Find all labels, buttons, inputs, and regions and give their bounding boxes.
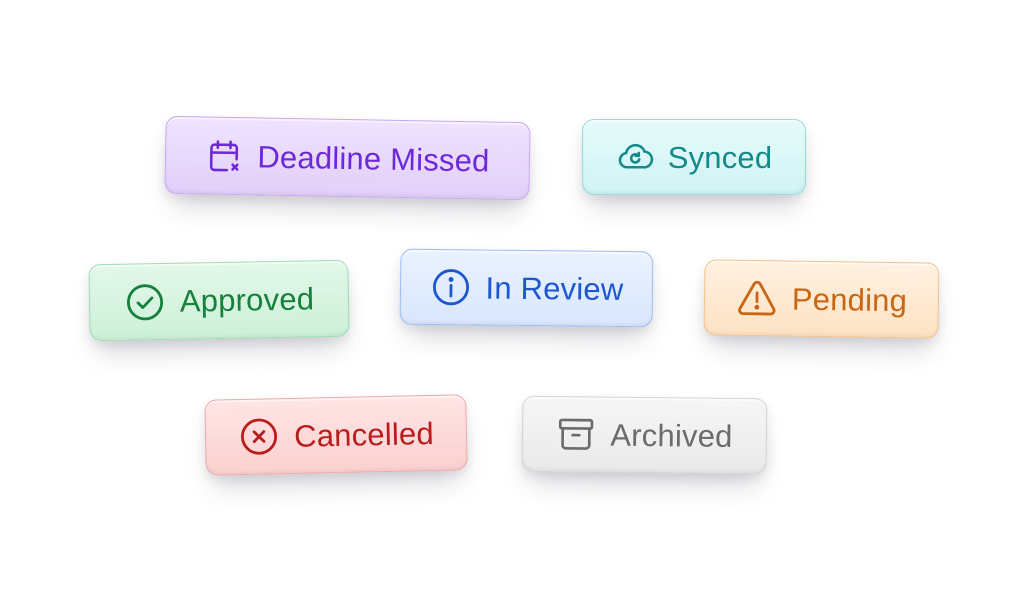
synced-label: Synced <box>667 139 773 175</box>
archived-label: Archived <box>610 417 733 454</box>
pending-label: Pending <box>791 281 908 318</box>
pending-badge: Pending <box>703 259 940 339</box>
info-circle-icon <box>432 269 469 306</box>
in-review-label: In Review <box>485 270 624 307</box>
deadline-missed-badge: Deadline Missed <box>164 115 531 201</box>
x-circle-icon <box>241 418 278 455</box>
deadline-missed-label: Deadline Missed <box>257 138 490 178</box>
warning-triangle-icon <box>738 280 776 316</box>
archived-badge: Archived <box>521 395 768 475</box>
archive-box-icon <box>559 418 594 450</box>
cancelled-label: Cancelled <box>293 415 435 454</box>
synced-badge: Synced <box>582 119 806 195</box>
approved-label: Approved <box>179 281 315 319</box>
calendar-x-icon <box>210 140 239 172</box>
approved-badge: Approved <box>88 259 350 342</box>
cancelled-badge: Cancelled <box>204 394 468 476</box>
in-review-badge: In Review <box>399 248 654 328</box>
cloud-sync-icon <box>618 143 653 169</box>
check-circle-icon <box>126 283 163 320</box>
